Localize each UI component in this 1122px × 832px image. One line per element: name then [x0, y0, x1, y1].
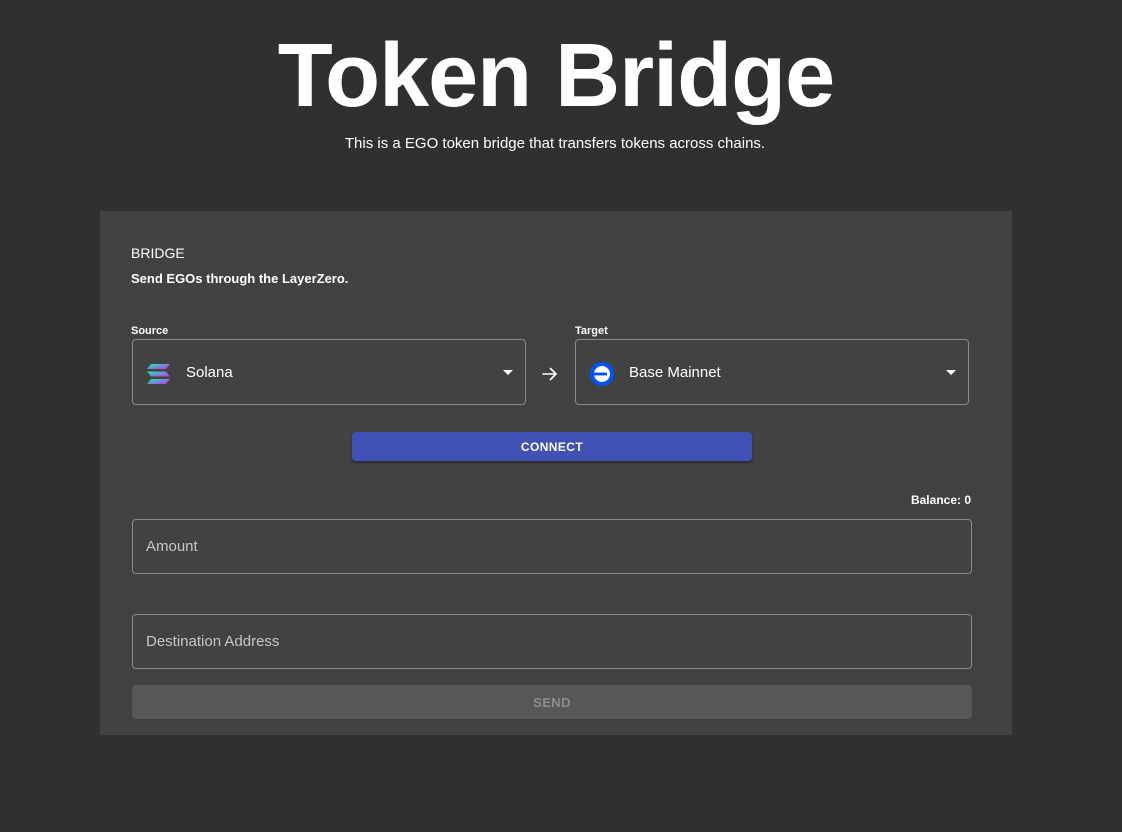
- page-title: Token Bridge: [277, 26, 835, 126]
- target-select[interactable]: Base Mainnet: [575, 339, 969, 405]
- source-label: Source: [131, 325, 169, 337]
- arrow-right-icon: [542, 367, 557, 381]
- send-button[interactable]: SEND: [132, 685, 972, 719]
- card-title: BRIDGE: [131, 245, 185, 261]
- balance-text: Balance: 0: [910, 493, 971, 507]
- target-label: Target: [575, 325, 608, 337]
- chevron-down-icon: [503, 370, 513, 375]
- target-chain-name: Base Mainnet: [629, 364, 721, 381]
- amount-input[interactable]: [133, 520, 971, 573]
- destination-address-input[interactable]: [133, 615, 971, 668]
- card-subtitle: Send EGOs through the LayerZero.: [131, 271, 349, 286]
- chevron-down-icon: [946, 370, 956, 375]
- source-chain-name: Solana: [186, 364, 233, 381]
- solana-icon: [147, 364, 170, 384]
- destination-field-container: [132, 614, 972, 669]
- page: Token Bridge This is a EGO token bridge …: [0, 0, 1122, 832]
- page-subtitle: This is a EGO token bridge that transfer…: [344, 135, 766, 152]
- amount-field-container: [132, 519, 972, 574]
- base-icon: [590, 362, 614, 386]
- source-select[interactable]: Solana: [132, 339, 526, 405]
- connect-button[interactable]: CONNECT: [352, 432, 752, 461]
- bridge-card: BRIDGE Send EGOs through the LayerZero. …: [100, 211, 1012, 735]
